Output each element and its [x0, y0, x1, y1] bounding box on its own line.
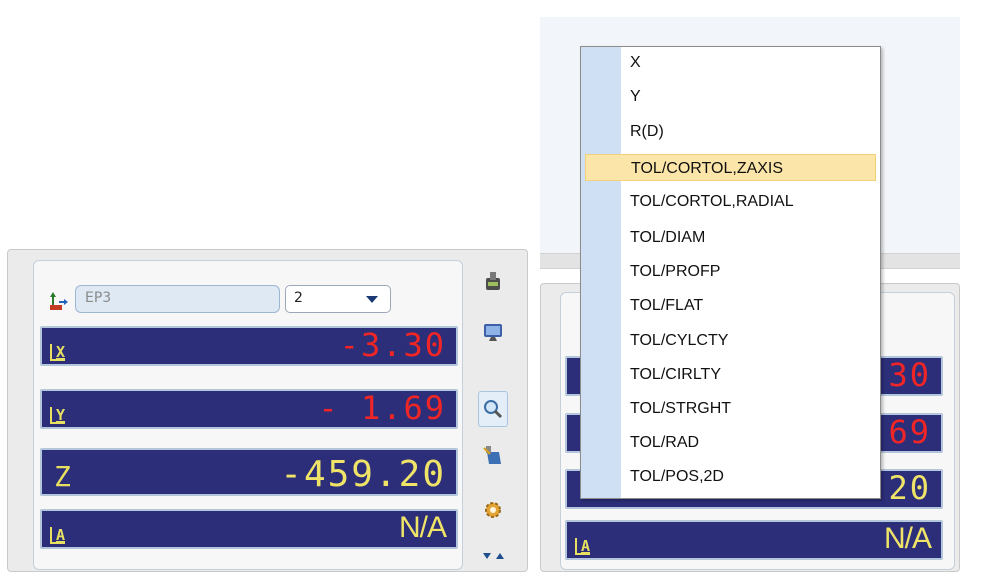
magnify-icon [484, 400, 503, 419]
probe-icon [486, 272, 500, 290]
settings-button[interactable] [478, 492, 508, 528]
readout-x-value: -3.30 [339, 326, 446, 364]
expand-collapse-icon[interactable] [482, 550, 506, 562]
probe-button[interactable] [478, 263, 508, 299]
camera-icon [483, 446, 501, 464]
menu-item-tol-flat[interactable]: TOL/FLAT [585, 292, 876, 319]
menu-item-tol-diam[interactable]: TOL/DIAM [585, 224, 876, 251]
readout-a-value: N/A [398, 511, 447, 544]
right-readout-z-value: 20 [888, 469, 931, 507]
readout-y-value: - 1.69 [318, 389, 446, 427]
menu-item-tol-rad[interactable]: TOL/RAD [585, 429, 876, 456]
right-readout-a-value: N/A [883, 522, 932, 555]
point-selector[interactable]: 2 [285, 285, 391, 313]
right-readout-x-value: 30 [888, 356, 931, 394]
right-readout-y-value: 69 [888, 413, 931, 451]
point-id-field[interactable]: EP3 [75, 285, 280, 313]
menu-item-tol-strght[interactable]: TOL/STRGHT [585, 395, 876, 422]
point-selector-value: 2 [294, 290, 303, 306]
readout-y-label: Y [50, 407, 65, 424]
axis-dropdown-menu: X Y R(D) TOL/CORTOL,ZAXIS TOL/CORTOL,RAD… [580, 46, 881, 499]
monitor-icon [484, 324, 502, 341]
coordinate-system-icon[interactable] [47, 291, 69, 313]
chevron-down-icon[interactable] [366, 296, 378, 303]
menu-item-tol-cirlty[interactable]: TOL/CIRLTY [585, 361, 876, 388]
readout-x-label: X [50, 344, 65, 361]
settings-icon [485, 502, 501, 518]
readout-z-label: Z [54, 460, 71, 493]
readout-a: A N/A [40, 509, 458, 549]
right-readout-a-label: A [575, 538, 590, 555]
readout-y: Y - 1.69 [40, 389, 458, 429]
readout-x: X -3.30 [40, 326, 458, 366]
menu-item-tol-cortol-zaxis[interactable]: TOL/CORTOL,ZAXIS [585, 154, 876, 181]
menu-item-tol-profp[interactable]: TOL/PROFP [585, 258, 876, 285]
magnify-button[interactable] [478, 391, 508, 427]
camera-button[interactable] [478, 437, 508, 473]
menu-item-tol-pos-2d[interactable]: TOL/POS,2D [585, 463, 876, 490]
menu-item-tol-cylcty[interactable]: TOL/CYLCTY [585, 327, 876, 354]
right-readout-a: A N/A [565, 520, 943, 560]
menu-item-x[interactable]: X [585, 49, 876, 76]
readout-z-value: -459.20 [280, 454, 446, 495]
readout-z: Z -459.20 [40, 448, 458, 496]
menu-item-y[interactable]: Y [585, 83, 876, 110]
readout-a-label: A [50, 527, 65, 544]
display-button[interactable] [478, 314, 508, 350]
menu-item-tol-cortol-radial[interactable]: TOL/CORTOL,RADIAL [585, 188, 876, 215]
menu-item-rd[interactable]: R(D) [585, 118, 876, 145]
